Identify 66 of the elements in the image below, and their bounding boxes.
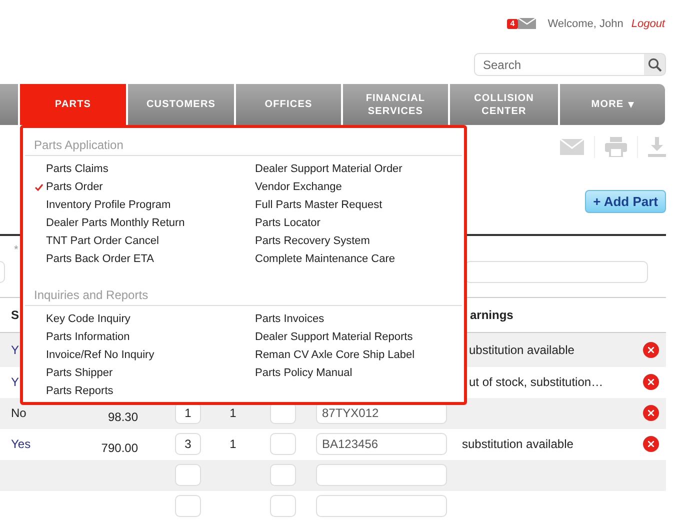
column-header: S — [11, 308, 20, 322]
notification-badge: 4 — [507, 18, 518, 28]
menu-item[interactable]: Dealer Parts Monthly Return — [35, 214, 255, 232]
close-icon — [648, 410, 654, 416]
download-icon[interactable] — [648, 137, 666, 157]
part-number-field[interactable] — [316, 495, 447, 517]
price-text: 98.30 — [108, 410, 138, 424]
menu-item[interactable]: Key Code Inquiry — [35, 310, 255, 328]
menu-item[interactable]: Parts Shipper — [35, 364, 255, 382]
menu-item[interactable]: Parts Locator — [255, 214, 402, 232]
menu-item[interactable]: Parts Reports — [35, 382, 255, 400]
status-link[interactable]: Y — [11, 375, 20, 389]
quantity-field[interactable]: 3 — [175, 433, 201, 455]
menu-item[interactable]: Dealer Support Material Order — [255, 160, 402, 178]
menu-item[interactable]: Parts Information — [35, 328, 255, 346]
small-field[interactable] — [270, 495, 296, 517]
menu-item[interactable]: Invoice/Ref No Inquiry — [35, 346, 255, 364]
small-field[interactable] — [270, 433, 296, 455]
menu-item[interactable]: Dealer Support Material Reports — [255, 328, 415, 346]
menu-item[interactable]: Parts Invoices — [255, 310, 415, 328]
menu-item[interactable]: Parts Recovery System — [255, 232, 402, 250]
quantity-field[interactable] — [175, 464, 201, 486]
menu-item[interactable]: TNT Part Order Cancel — [35, 232, 255, 250]
section-title: Inquiries and Reports — [25, 278, 462, 306]
nav-tab[interactable]: PARTS — [20, 84, 126, 125]
menu-item[interactable]: Parts Order — [35, 178, 255, 196]
filter-field[interactable] — [465, 261, 648, 283]
section-title: Parts Application — [25, 128, 462, 156]
nav-tab[interactable] — [0, 84, 18, 125]
status-text: No — [11, 406, 26, 420]
part-number-field[interactable]: BA123456 — [316, 433, 447, 455]
filter-field[interactable] — [0, 261, 5, 283]
add-part-button[interactable]: + Add Part — [585, 190, 666, 213]
logout-link[interactable]: Logout — [631, 18, 665, 30]
part-number-field[interactable] — [316, 464, 447, 486]
status-link[interactable]: Y — [11, 342, 20, 357]
required-mark: * — [14, 244, 18, 256]
menu-item[interactable]: Parts Claims — [35, 160, 255, 178]
welcome-text: Welcome, John — [548, 18, 624, 30]
menu-item[interactable]: Complete Maintenance Care — [255, 250, 402, 268]
mail-icon[interactable] — [560, 139, 584, 155]
menu-item[interactable]: Parts Back Order ETA — [35, 250, 255, 268]
warning-text: substitution available — [462, 437, 574, 451]
count-text: 1 — [230, 406, 236, 420]
menu-item[interactable]: Full Parts Master Request — [255, 196, 402, 214]
warning-text: ubstitution available — [469, 342, 574, 357]
remove-button[interactable] — [643, 405, 659, 421]
remove-button[interactable] — [643, 342, 659, 358]
close-icon — [648, 379, 654, 385]
menu-item[interactable]: Reman CV Axle Core Ship Label — [255, 346, 415, 364]
remove-button[interactable] — [643, 374, 659, 390]
remove-button[interactable] — [643, 436, 659, 452]
menu-item[interactable]: Vendor Exchange — [255, 178, 402, 196]
small-field[interactable] — [270, 464, 296, 486]
status-link[interactable]: Yes — [11, 437, 31, 451]
mail-icon[interactable] — [518, 18, 536, 29]
column-header: arnings — [470, 308, 514, 322]
menu-item[interactable]: Inventory Profile Program — [35, 196, 255, 214]
close-icon — [648, 346, 654, 353]
menu-item[interactable]: Parts Policy Manual — [255, 364, 415, 382]
price-text: 790.00 — [101, 441, 138, 455]
quantity-field[interactable] — [175, 495, 201, 517]
count-text: 1 — [230, 437, 236, 451]
warning-text: ut of stock, substitution… — [469, 375, 604, 389]
printer-icon[interactable] — [605, 137, 627, 157]
close-icon — [648, 441, 654, 447]
